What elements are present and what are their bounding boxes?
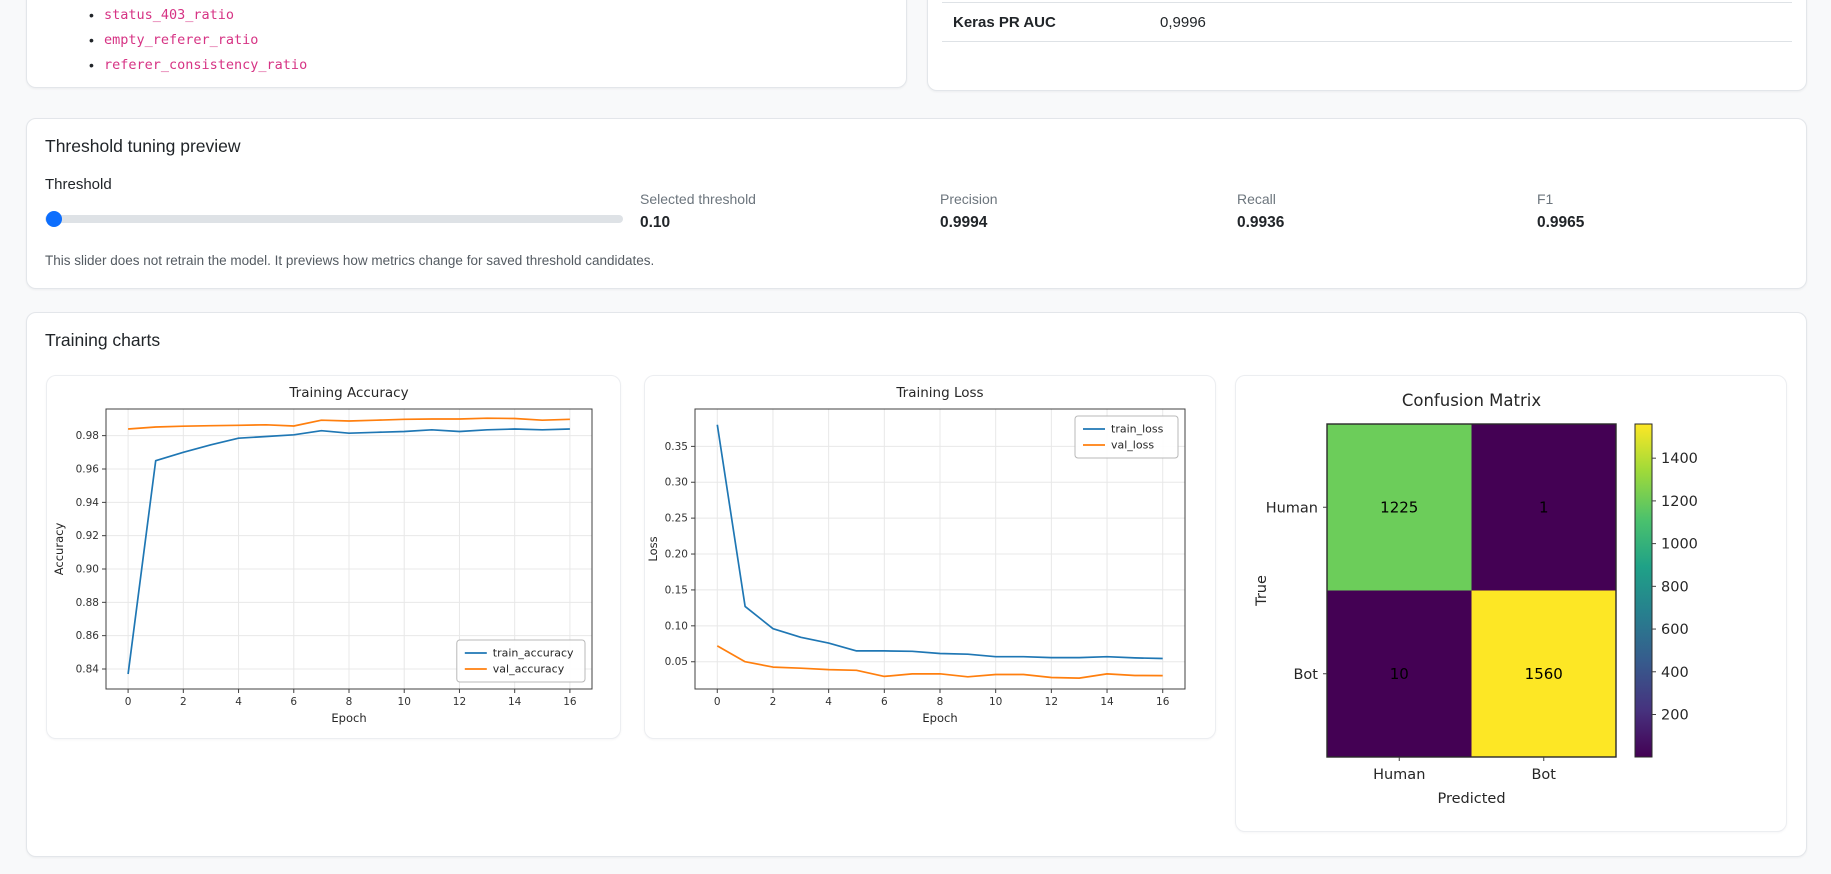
- confusion-matrix-figure: 1225 1 10 1560 Human Bot Human Bot Predicted True…: [1254, 391, 1698, 807]
- y-tick-label: 0.20: [665, 549, 688, 561]
- x-tick-label: 12: [1045, 696, 1058, 708]
- precision-metric: Precision 0.9994: [940, 191, 998, 232]
- metric-label: Selected threshold: [640, 191, 756, 207]
- threshold-slider[interactable]: [45, 211, 623, 227]
- colorbar-tick-label: 400: [1661, 665, 1689, 681]
- colorbar-tick-label: 800: [1661, 579, 1689, 595]
- colorbar-tick-label: 1200: [1661, 494, 1698, 510]
- y-tick-label: 0.96: [76, 464, 100, 476]
- slider-track[interactable]: [45, 215, 623, 223]
- f1-metric: F1 0.9965: [1537, 191, 1584, 232]
- training-accuracy-panel: 0 2 4 6 8 10 12 14 16 0.84 0.86 0.88 0.90 0.92 0.94 0.9…: [46, 375, 621, 739]
- y-tick-label: 0.90: [76, 564, 99, 576]
- y-tick-label: 0.05: [665, 656, 688, 668]
- x-tick-label: 2: [770, 696, 777, 708]
- y-tick-label: 0.30: [665, 477, 688, 489]
- colorbar-tick-label: 1400: [1661, 451, 1698, 467]
- x-tick-label: 4: [235, 696, 242, 708]
- cell-value: 1: [1539, 498, 1549, 516]
- legend-label: train_loss: [1111, 423, 1164, 436]
- x-tick-label: 6: [290, 696, 297, 708]
- training-charts-title: Training charts: [45, 330, 161, 350]
- training-charts-card: Training charts 0 2 4 6 8 10 12 14 16 0.84 0.86 0.8…: [26, 312, 1807, 857]
- x-tick-label: 6: [881, 696, 888, 708]
- metrics-table-card: Keras PR AUC 0,9996: [927, 0, 1807, 91]
- metric-value: 0.9936: [1237, 214, 1285, 231]
- x-tick-label: 10: [398, 696, 411, 708]
- feature-item: status_403_ratio: [89, 3, 307, 28]
- metric-value: 0.9994: [940, 214, 988, 231]
- y-tick-label: 0.84: [76, 664, 100, 676]
- metric-row-value: 0,9996: [1160, 13, 1206, 31]
- feature-list: status_403_ratioempty_referer_ratiorefer…: [89, 3, 307, 78]
- y-tick-label: 0.88: [76, 597, 99, 609]
- y-tick-label: 0.86: [76, 630, 100, 642]
- metric-table-row: Keras PR AUC 0,9996: [942, 2, 1792, 42]
- x-tick-label: 8: [937, 696, 944, 708]
- x-tick-label: 14: [1100, 696, 1114, 708]
- y-tick-label: 0.94: [76, 497, 100, 509]
- x-tick-label: 0: [714, 696, 721, 708]
- metric-label: Recall: [1237, 191, 1276, 207]
- feature-item: empty_referer_ratio: [89, 28, 307, 53]
- y-tick-label: 0.35: [665, 441, 688, 453]
- feature-item: referer_consistency_ratio: [89, 53, 307, 78]
- colorbar: [1634, 423, 1653, 758]
- training-accuracy-figure: 0 2 4 6 8 10 12 14 16 0.84 0.86 0.88 0.90 0.92 0.94 0.9…: [52, 385, 593, 725]
- threshold-slider-label: Threshold: [45, 176, 112, 193]
- cell-value: 1225: [1380, 498, 1418, 516]
- slider-thumb[interactable]: [45, 211, 62, 227]
- legend-label: val_loss: [1111, 439, 1154, 452]
- x-tick-label: 16: [1156, 696, 1170, 708]
- metric-value: 0.9965: [1537, 214, 1585, 231]
- feature-list-card: status_403_ratioempty_referer_ratiorefer…: [26, 0, 907, 88]
- x-tick-label: 8: [346, 696, 353, 708]
- metric-value: 0.10: [640, 214, 671, 231]
- training-loss-figure: 0 2 4 6 8 10 12 14 16 0.05 0.10 0.15 0.20 0.25 0.30 0.3…: [646, 385, 1186, 725]
- y-category-label: Human: [1266, 500, 1318, 516]
- legend-label: train_accuracy: [493, 647, 574, 660]
- x-tick-label: 2: [180, 696, 187, 708]
- x-tick-label: 14: [508, 696, 522, 708]
- selected-threshold-metric: Selected threshold 0.10: [640, 191, 756, 232]
- y-tick-label: 0.98: [76, 430, 99, 442]
- training-loss-panel: 0 2 4 6 8 10 12 14 16 0.05 0.10 0.15 0.20 0.25 0.30 0.3…: [644, 375, 1216, 739]
- chart-title: Training Loss: [895, 385, 983, 401]
- confusion-matrix-panel: 1225 1 10 1560 Human Bot Human Bot Predicted True…: [1235, 375, 1787, 832]
- y-axis-label: True: [1254, 575, 1270, 607]
- x-tick-label: 4: [825, 696, 832, 708]
- x-category-label: Bot: [1531, 767, 1556, 783]
- x-axis-label: Epoch: [331, 711, 366, 725]
- y-axis-label: Loss: [646, 536, 660, 561]
- metric-label: Precision: [940, 191, 998, 207]
- legend-label: val_accuracy: [493, 663, 565, 676]
- x-category-label: Human: [1373, 767, 1425, 783]
- cell-value: 1560: [1525, 665, 1563, 683]
- slider-help-text: This slider does not retrain the model. …: [45, 253, 655, 268]
- metric-row-label: Keras PR AUC: [953, 13, 1056, 31]
- chart-title: Training Accuracy: [288, 385, 408, 401]
- y-tick-label: 0.15: [665, 584, 688, 596]
- threshold-tuning-card: Threshold tuning preview Threshold Selec…: [26, 118, 1807, 289]
- chart-title: Confusion Matrix: [1402, 391, 1542, 410]
- colorbar-tick-label: 200: [1661, 707, 1689, 723]
- x-axis-label: Predicted: [1437, 791, 1505, 807]
- colorbar-tick-label: 1000: [1661, 537, 1698, 553]
- x-tick-label: 10: [989, 696, 1002, 708]
- recall-metric: Recall 0.9936: [1237, 191, 1284, 232]
- metric-label: F1: [1537, 191, 1554, 207]
- cell-value: 10: [1390, 665, 1409, 683]
- y-category-label: Bot: [1293, 667, 1318, 683]
- colorbar-tick-label: 600: [1661, 622, 1689, 638]
- x-axis-label: Epoch: [922, 711, 957, 725]
- x-tick-label: 16: [563, 696, 577, 708]
- x-tick-label: 12: [453, 696, 466, 708]
- x-tick-label: 0: [125, 696, 132, 708]
- y-axis-label: Accuracy: [52, 523, 66, 576]
- threshold-card-title: Threshold tuning preview: [45, 136, 241, 156]
- y-tick-label: 0.92: [76, 530, 99, 542]
- y-tick-label: 0.25: [665, 513, 688, 525]
- y-tick-label: 0.10: [665, 620, 688, 632]
